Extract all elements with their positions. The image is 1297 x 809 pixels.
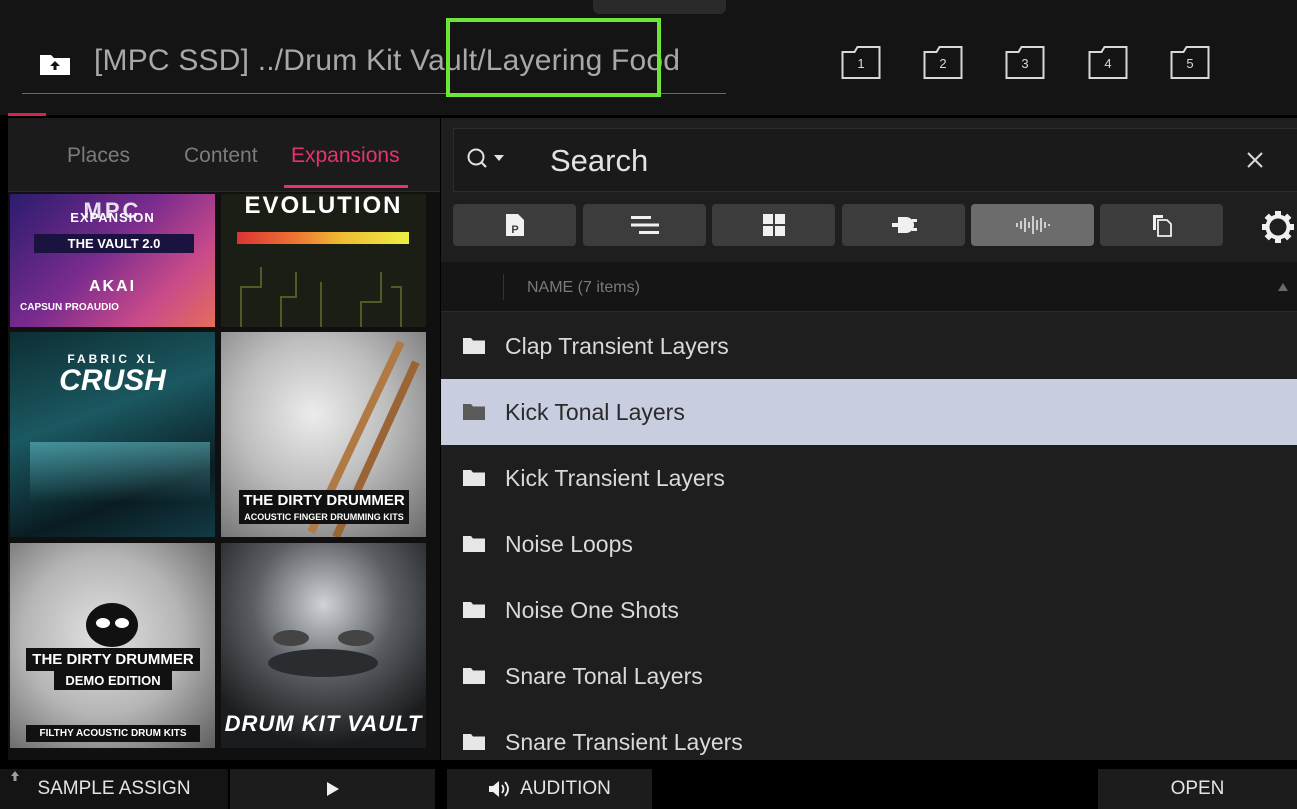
sort-arrow-icon[interactable] [1277,282,1289,292]
expansion-tile-evolution[interactable]: EVOLUTION [221,194,426,327]
browser-tabs: Places Content Expansions [8,118,440,192]
search-input[interactable]: Search [550,143,648,179]
highlight-annotation [446,18,661,97]
folder-icon [463,404,485,420]
plugin-icon [891,217,917,233]
left-panel: Places Content Expansions MPC EXPANSION … [8,118,440,760]
folder-slot-2[interactable]: 2 [923,44,963,80]
search-icon[interactable] [466,147,510,176]
folder-slot-5[interactable]: 5 [1170,44,1210,80]
sample-assign-button[interactable]: SAMPLE ASSIGN [0,769,228,809]
list-header[interactable]: NAME (7 items) [441,262,1297,312]
list-item[interactable]: Kick Transient Layers [441,445,1297,511]
folder-slot-4[interactable]: 4 [1088,44,1128,80]
svg-text:P: P [511,224,518,236]
search-bar[interactable]: Search [453,128,1297,192]
filter-plugin-button[interactable] [842,204,965,246]
filter-sequence-button[interactable] [583,204,706,246]
drag-handle[interactable] [593,0,726,14]
grid-icon [762,214,785,236]
play-icon [326,782,339,796]
expansion-tile-dirty-drummer[interactable]: THE DIRTY DRUMMER ACOUSTIC FINGER DRUMMI… [221,332,426,537]
list-item[interactable]: Noise Loops [441,511,1297,577]
folder-icon [463,734,485,750]
play-button[interactable] [230,769,435,809]
filter-grid-button[interactable] [712,204,835,246]
list-item[interactable]: Noise One Shots [441,577,1297,643]
bottom-bar: SAMPLE ASSIGN AUDITION OPEN [0,760,1297,809]
gear-icon[interactable] [1261,210,1295,249]
column-divider [503,274,504,300]
column-name-header[interactable]: NAME (7 items) [527,279,640,297]
level-meter-art [237,232,409,244]
expansion-tile-dirty-drummer-demo[interactable]: THE DIRTY DRUMMER DEMO EDITION FILTHY AC… [10,543,215,748]
folder-icon [463,338,485,354]
list-item[interactable]: Clap Transient Layers [441,313,1297,379]
list-item[interactable]: Snare Transient Layers [441,709,1297,760]
arrow-up-icon [11,771,19,781]
filter-program-button[interactable]: P [453,204,576,246]
folder-up-icon[interactable] [38,51,72,77]
filter-multi-button[interactable] [1100,204,1223,246]
folder-icon [463,668,485,684]
folder-icon [463,536,485,552]
list-item[interactable]: Kick Tonal Layers [441,379,1297,445]
mascot-art [86,603,138,647]
folder-icon [463,602,485,618]
program-icon: P [505,214,524,236]
tab-underline [284,185,408,188]
copy-icon [1152,215,1172,237]
folder-slot-3[interactable]: 3 [1005,44,1045,80]
list-item[interactable]: Snare Tonal Layers [441,643,1297,709]
tab-places[interactable]: Places [67,144,130,168]
audition-button[interactable]: AUDITION [447,769,652,809]
tab-content[interactable]: Content [184,144,258,168]
folder-icon [463,470,485,486]
tab-expansions[interactable]: Expansions [291,144,400,168]
sequence-icon [630,216,659,234]
expansion-tile-crush[interactable]: FABRIC XL CRUSH [10,332,215,537]
top-bar: [MPC SSD] ../Drum Kit Vault/Layering Foo… [0,0,1297,116]
light-streak-art [30,442,210,502]
speaker-icon [489,781,510,797]
waveform-icon [1015,216,1050,234]
close-icon[interactable] [1244,149,1266,171]
folder-slot-1[interactable]: 1 [841,44,881,80]
accent-bar [8,113,46,116]
open-button[interactable]: OPEN [1098,769,1297,809]
right-panel: Search P NAME (7 items) Clap Transient L… [441,118,1297,760]
expansion-tile-vault[interactable]: MPC EXPANSION THE VAULT 2.0 AKAI CAPSUN … [10,194,215,327]
expansion-tile-drum-kit-vault[interactable]: DRUM KIT VAULT [221,543,426,748]
filter-sample-button[interactable] [971,204,1094,246]
